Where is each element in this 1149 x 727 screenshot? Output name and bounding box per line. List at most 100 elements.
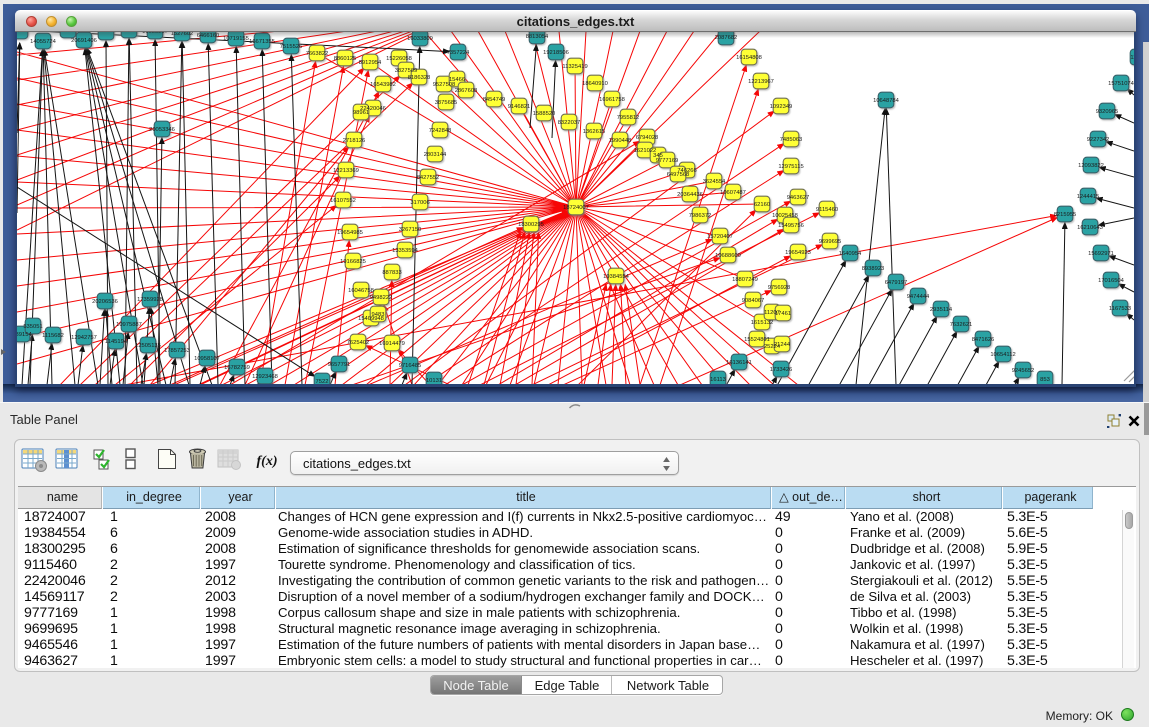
svg-text:17857253: 17857253 [164, 348, 190, 354]
svg-text:62160: 62160 [754, 202, 770, 208]
svg-text:10648784: 10648784 [873, 98, 900, 104]
svg-text:1115682: 1115682 [42, 333, 64, 339]
svg-text:2087682: 2087682 [715, 35, 738, 41]
svg-text:1092349: 1092349 [770, 104, 793, 110]
svg-text:10131: 10131 [426, 378, 442, 384]
svg-text:18640910: 18640910 [582, 81, 608, 87]
svg-text:15226058: 15226058 [386, 56, 412, 62]
svg-text:12093822: 12093822 [1078, 163, 1104, 169]
svg-text:9320965: 9320965 [1096, 109, 1119, 115]
svg-text:9483: 9483 [372, 312, 385, 318]
svg-text:7986372: 7986372 [689, 213, 712, 219]
svg-text:1244415: 1244415 [1077, 194, 1100, 200]
svg-text:9716485: 9716485 [399, 363, 422, 369]
svg-text:317006: 317006 [410, 200, 429, 206]
svg-text:535051: 535051 [23, 324, 42, 330]
svg-text:16136141: 16136141 [726, 360, 752, 366]
svg-text:8454749: 8454749 [483, 97, 506, 103]
svg-text:10958107: 10958107 [194, 356, 220, 362]
svg-text:10607487: 10607487 [720, 190, 746, 196]
svg-text:939154: 939154 [17, 332, 32, 338]
svg-text:2718126: 2718126 [343, 138, 366, 144]
svg-text:f(x): f(x) [257, 454, 278, 469]
svg-text:3267150: 3267150 [399, 227, 422, 233]
svg-text:16914479: 16914479 [379, 341, 405, 347]
svg-text:15466: 15466 [449, 77, 465, 83]
svg-text:16107552: 16107552 [330, 198, 356, 204]
svg-text:8938923: 8938923 [862, 266, 885, 272]
svg-text:7357224: 7357224 [447, 50, 470, 56]
svg-text:20364436: 20364436 [677, 192, 703, 198]
svg-text:3624554: 3624554 [703, 179, 726, 185]
svg-text:19654923: 19654923 [785, 250, 811, 256]
svg-text:2867608: 2867608 [455, 88, 478, 94]
svg-text:6497568: 6497568 [667, 172, 690, 178]
svg-text:1527602: 1527602 [171, 32, 194, 37]
svg-text:15495756: 15495756 [778, 223, 804, 229]
svg-text:8860125: 8860125 [334, 56, 357, 62]
svg-text:12213967: 12213967 [748, 79, 774, 85]
svg-text:1362615: 1362615 [583, 129, 606, 135]
svg-text:16961758: 16961758 [599, 97, 625, 103]
svg-text:9084067: 9084067 [742, 298, 765, 304]
svg-text:7625402: 7625402 [347, 340, 370, 346]
svg-text:16033809: 16033809 [407, 36, 433, 42]
svg-text:10655267: 10655267 [142, 32, 168, 35]
svg-text:12213369: 12213369 [333, 168, 359, 174]
svg-text:19218506: 19218506 [543, 50, 569, 56]
svg-text:15692971: 15692971 [1088, 251, 1114, 257]
svg-text:12923468: 12923468 [252, 374, 278, 380]
svg-text:15524861: 15524861 [744, 337, 770, 343]
svg-text:8186328: 8186328 [408, 75, 431, 81]
svg-text:10719155: 10719155 [223, 36, 249, 42]
svg-text:16210643: 16210643 [1077, 225, 1103, 231]
svg-text:2803144: 2803144 [424, 152, 447, 158]
svg-text:20206536: 20206536 [92, 299, 118, 305]
svg-text:9146821: 9146821 [508, 104, 531, 110]
svg-text:3827509: 3827509 [395, 68, 418, 74]
svg-text:1167533: 1167533 [1109, 306, 1131, 312]
svg-text:12505135: 12505135 [135, 343, 161, 349]
svg-text:11325419: 11325419 [562, 64, 587, 70]
svg-text:6794028: 6794028 [636, 135, 659, 141]
svg-text:9777169: 9777169 [656, 158, 679, 164]
svg-text:16113: 16113 [710, 377, 726, 383]
svg-text:9474444: 9474444 [907, 294, 930, 300]
svg-text:1990448: 1990448 [609, 138, 632, 144]
svg-text:16154808: 16154808 [736, 55, 762, 61]
svg-text:7663822: 7663822 [306, 51, 329, 57]
svg-text:17016504: 17016504 [1098, 278, 1125, 284]
svg-text:16782759: 16782759 [224, 365, 250, 371]
svg-text:15751074: 15751074 [1108, 81, 1134, 87]
svg-text:9756928: 9756928 [768, 285, 791, 291]
svg-text:13353594: 13353594 [392, 248, 419, 254]
svg-text:1697731: 1697731 [118, 32, 141, 34]
svg-text:11123: 11123 [1130, 55, 1134, 61]
svg-text:7242848: 7242848 [429, 128, 452, 134]
svg-text:7515526: 7515526 [280, 44, 303, 50]
svg-text:3875685: 3875685 [435, 100, 458, 106]
svg-text:19166825: 19166825 [340, 259, 366, 265]
svg-text:6479197: 6479197 [885, 280, 908, 286]
svg-text:9498222: 9498222 [370, 295, 393, 301]
svg-text:18300295: 18300295 [518, 222, 544, 228]
svg-text:9463627: 9463627 [787, 195, 810, 201]
svg-text:1733426: 1733426 [770, 367, 793, 373]
svg-text:7485063: 7485063 [780, 137, 803, 143]
svg-text:17359928: 17359928 [137, 297, 163, 303]
svg-text:6466160: 6466160 [197, 33, 220, 39]
svg-text:18724007: 18724007 [563, 205, 589, 211]
svg-text:20053346: 20053346 [149, 127, 175, 133]
svg-text:9699695: 9699695 [819, 239, 842, 245]
svg-text:2935114: 2935114 [930, 307, 953, 313]
svg-text:1588520: 1588520 [533, 111, 556, 117]
svg-text:7632621: 7632621 [950, 322, 973, 328]
svg-text:10025458: 10025458 [772, 213, 798, 219]
svg-text:10688609: 10688609 [715, 253, 741, 259]
svg-text:20691406: 20691406 [71, 38, 97, 44]
svg-text:12942757: 12942757 [71, 335, 97, 341]
svg-text:9245652: 9245652 [1012, 368, 1035, 374]
svg-text:98961: 98961 [353, 110, 369, 116]
svg-text:8215955: 8215955 [1054, 212, 1077, 218]
svg-text:7522: 7522 [316, 379, 329, 384]
